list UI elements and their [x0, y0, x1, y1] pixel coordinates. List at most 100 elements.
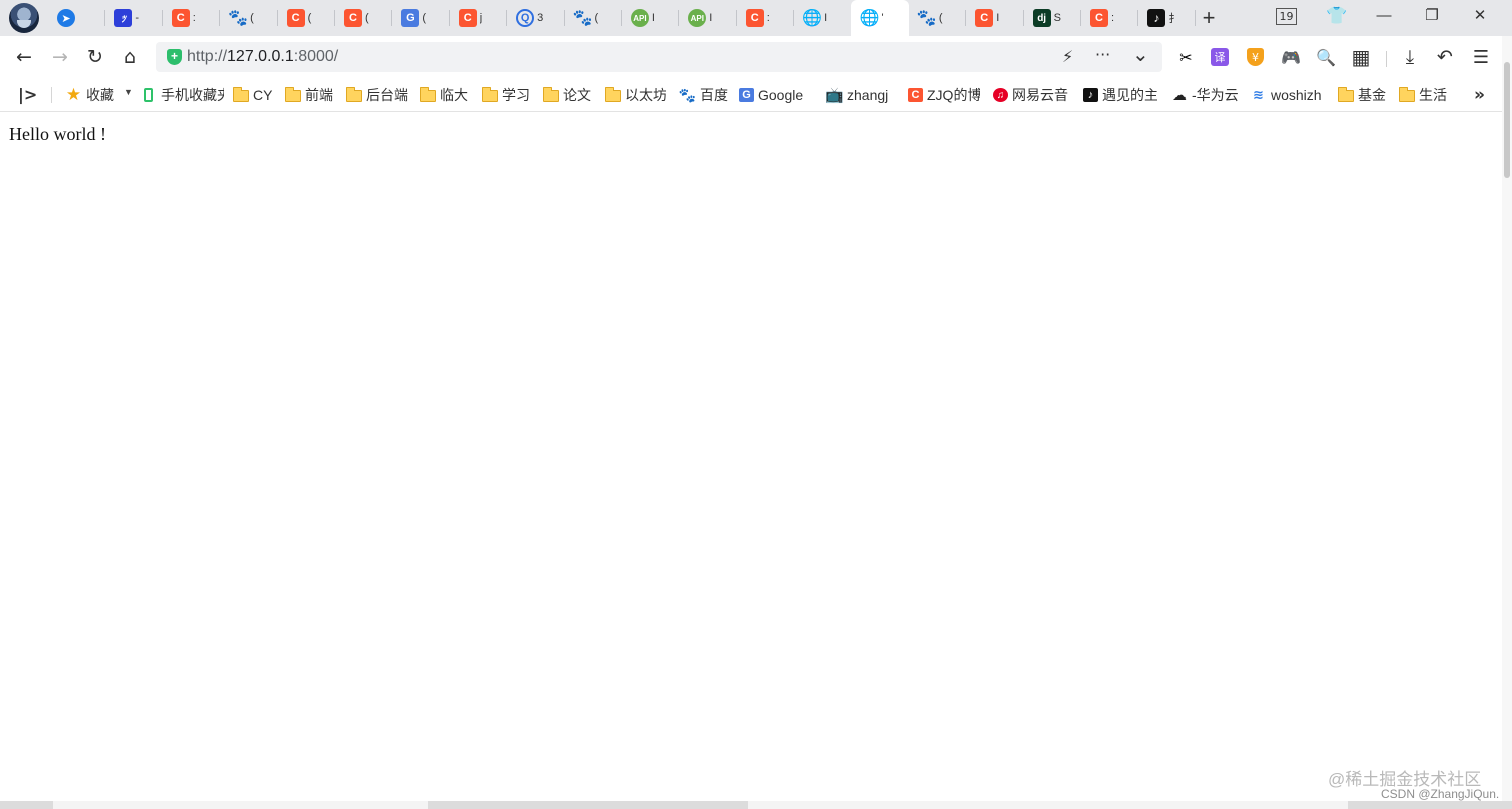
address-dropdown-icon[interactable]: ⌄	[1132, 42, 1149, 66]
back-button[interactable]: ←	[11, 44, 37, 70]
new-tab-button[interactable]: +	[1198, 6, 1220, 30]
bookmarks-bar: |> ▼ » ★ 收藏 手机收藏夹 CY 前端 后台端 临大 学习 论文 以太坊 🐾 百度 G Googl…	[0, 78, 1512, 112]
bookmark-label: 后台端	[366, 87, 408, 103]
toolbar-divider	[1386, 51, 1387, 67]
green-api-icon: API	[688, 9, 707, 27]
bookmark-item[interactable]: 基金	[1337, 85, 1387, 105]
folder-icon	[604, 87, 621, 102]
bookmarks-overflow-button[interactable]: »	[1474, 85, 1485, 105]
bookmark-item[interactable]: 手机收藏夹	[140, 85, 224, 105]
tab-title: 扌	[1168, 13, 1177, 25]
vertical-scrollbar[interactable]	[1502, 36, 1512, 801]
url-suffix: :8000/	[293, 48, 339, 65]
more-options-icon[interactable]: ···	[1095, 45, 1110, 64]
browser-tab[interactable]: 🐾(	[220, 0, 278, 36]
minimize-button[interactable]: —	[1374, 6, 1394, 26]
browser-tab[interactable]: 🐾(	[565, 0, 623, 36]
flash-icon[interactable]: ⚡	[1062, 47, 1073, 66]
apps-grid-icon[interactable]: ▦	[1351, 45, 1371, 69]
bookmark-item[interactable]: 🐾 百度	[679, 85, 729, 105]
page-viewport: Hello world !	[0, 113, 1502, 801]
baidu-icon: 🐾	[228, 10, 249, 27]
folder-icon	[232, 87, 249, 102]
browser-tab[interactable]: API I	[622, 0, 680, 36]
user-avatar[interactable]	[9, 3, 39, 33]
bookmark-item[interactable]: 生活	[1398, 85, 1448, 105]
bookmark-label: 网易云音	[1012, 87, 1068, 103]
secure-shield-icon[interactable]: +	[167, 49, 182, 65]
csdn-icon: C	[975, 9, 994, 27]
bookmark-item[interactable]: ★ 收藏	[65, 85, 120, 105]
translate-icon[interactable]: 译	[1211, 48, 1229, 66]
bookmark-item[interactable]: 后台端	[345, 85, 409, 105]
tab-title: (	[364, 12, 369, 24]
bookmark-item[interactable]: 临大	[419, 85, 469, 105]
bookmark-item[interactable]: 论文	[542, 85, 592, 105]
browser-tab[interactable]: Cj	[450, 0, 508, 36]
tab-active[interactable]: 🌐 '	[851, 0, 909, 36]
bookmark-label: Google	[758, 87, 804, 103]
bottom-segment	[53, 801, 428, 809]
browser-tab[interactable]: ♪ 扌	[1138, 0, 1197, 36]
bookmark-item[interactable]: 学习	[481, 85, 531, 105]
bookmark-item[interactable]: ≋ woshizh	[1250, 85, 1322, 105]
download-icon[interactable]: ⤓	[1400, 46, 1420, 68]
tab-title: (	[938, 12, 943, 24]
page-body-text: Hello world !	[9, 124, 106, 144]
bookmark-item[interactable]: C ZJQ的博	[908, 85, 980, 105]
browser-tab[interactable]: API I	[679, 0, 738, 36]
restore-button[interactable]: ❐	[1422, 6, 1442, 26]
tab-title: -	[135, 12, 140, 24]
browser-tab[interactable]: C:	[163, 0, 221, 36]
sidebar-toggle-icon[interactable]: |>	[18, 85, 37, 104]
browser-tab[interactable]: 🐾(	[909, 0, 967, 36]
browser-tab[interactable]: C:	[1081, 0, 1139, 36]
tab-title: (	[307, 12, 312, 24]
bookmark-item[interactable]: ♫ 网易云音	[993, 85, 1069, 105]
browser-tab[interactable]: CI	[966, 0, 1025, 36]
skin-shirt-icon[interactable]: 👕	[1326, 6, 1347, 26]
site-icon: ﾂ	[114, 9, 133, 27]
reload-button[interactable]: ↻	[82, 44, 108, 70]
bookmark-label: 论文	[563, 87, 591, 103]
address-bar[interactable]: + http://127.0.0.1:8000/ ⚡ ··· ⌄	[156, 42, 1162, 72]
bookmark-item[interactable]: 📺 zhangj	[826, 85, 894, 105]
bookmark-item[interactable]: 前端	[284, 85, 334, 105]
bookmark-label: 手机收藏夹	[161, 87, 224, 103]
browser-tab[interactable]: ﾂ-	[105, 0, 164, 36]
netease-music-icon: ♫	[993, 88, 1008, 102]
game-icon[interactable]: 🎮	[1281, 47, 1301, 67]
browser-tab[interactable]: dj S	[1024, 0, 1082, 36]
navigation-toolbar: ← → ↻ ⌂ + http://127.0.0.1:8000/ ⚡ ··· ⌄…	[0, 36, 1512, 78]
bookmark-item[interactable]: G Google	[739, 85, 809, 105]
shield-extension-icon[interactable]: ¥	[1247, 48, 1264, 66]
close-window-button[interactable]: ✕	[1470, 6, 1490, 26]
tab-count-badge[interactable]: 19	[1276, 8, 1297, 25]
csdn-watermark: CSDN @ZhangJiQun.	[1381, 787, 1500, 801]
bookmark-item[interactable]: ♪ 遇见的主	[1083, 85, 1157, 105]
screenshot-cut-icon[interactable]: ✂	[1176, 47, 1196, 67]
url-prefix: http://	[187, 48, 228, 65]
bookmark-label: CY	[253, 87, 273, 103]
main-menu-icon[interactable]: ☰	[1471, 47, 1491, 68]
undo-icon[interactable]: ↶	[1435, 46, 1455, 68]
bookmark-item[interactable]: CY	[232, 85, 274, 105]
bookmark-item[interactable]: ☁ -华为云	[1171, 85, 1239, 105]
blue-q-icon: Q	[516, 9, 535, 27]
browser-tab[interactable]: ➤	[48, 0, 106, 36]
browser-tab[interactable]: 🌐 I	[794, 0, 851, 36]
favorites-caret-icon[interactable]: ▼	[124, 87, 133, 97]
search-extension-icon[interactable]: 🔍	[1316, 47, 1336, 67]
home-button[interactable]: ⌂	[117, 44, 143, 70]
url-text[interactable]: http://127.0.0.1:8000/	[187, 48, 338, 66]
browser-tab[interactable]: Q3	[507, 0, 565, 36]
bookmark-item[interactable]: 以太坊	[604, 85, 666, 105]
browser-tab[interactable]: C(	[278, 0, 336, 36]
django-icon: dj	[1032, 9, 1051, 27]
browser-tab[interactable]: C(	[335, 0, 393, 36]
scrollbar-thumb[interactable]	[1504, 62, 1510, 178]
browser-tab[interactable]: G(	[392, 0, 451, 36]
tab-title: (	[250, 12, 254, 24]
forward-button[interactable]: →	[47, 44, 73, 70]
browser-tab[interactable]: C:	[737, 0, 795, 36]
